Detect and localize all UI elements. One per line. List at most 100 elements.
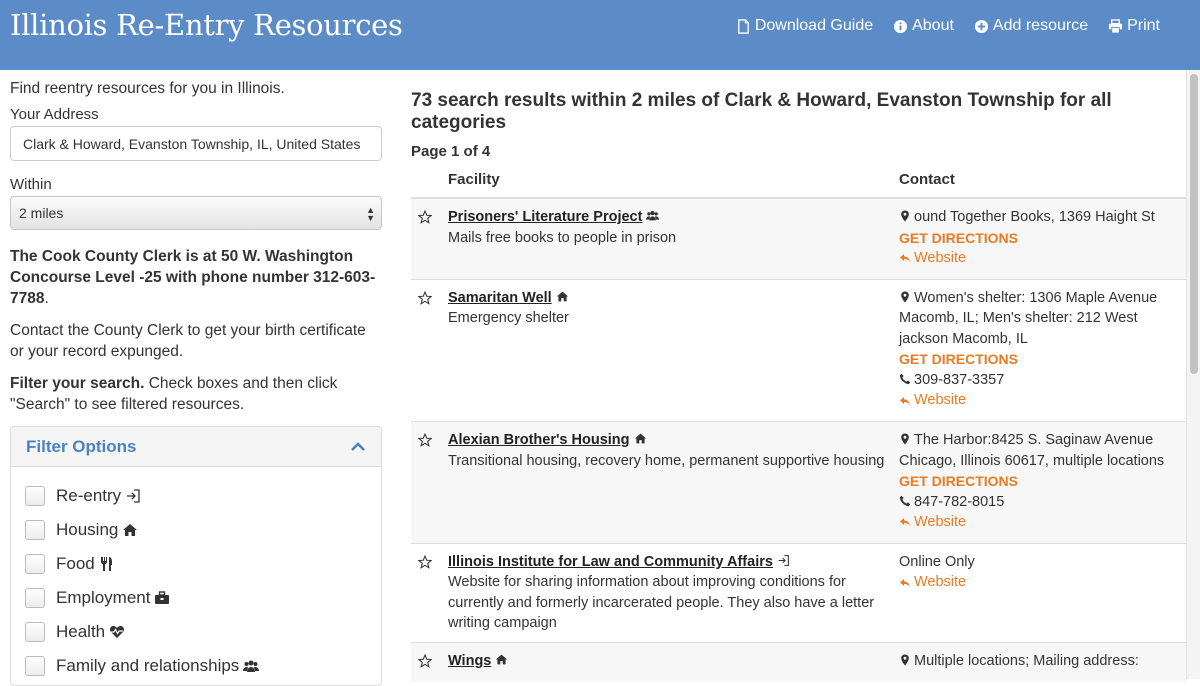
map-marker-icon xyxy=(901,291,909,303)
star-icon[interactable] xyxy=(417,209,433,224)
website-label: Website xyxy=(914,392,967,409)
table-row: Prisoners' Literature Project Mails free… xyxy=(411,197,1186,280)
facility-link[interactable]: Alexian Brother's Housing xyxy=(448,432,630,448)
facility-description: Transitional housing, recovery home, per… xyxy=(448,452,885,469)
health-checkbox[interactable] xyxy=(25,622,45,642)
phone-icon xyxy=(899,495,911,506)
facility-link[interactable]: Illinois Institute for Law and Community… xyxy=(448,554,773,570)
map-marker-icon xyxy=(901,654,909,666)
filter-employment[interactable]: Employment xyxy=(25,581,367,615)
filter-label: Health xyxy=(56,622,106,641)
heartbeat-icon xyxy=(110,626,125,638)
website-link[interactable]: Website xyxy=(899,572,966,593)
star-icon[interactable] xyxy=(417,653,433,668)
favorite-cell xyxy=(411,542,448,643)
search-sidebar: Find reentry resources for you in Illino… xyxy=(10,80,382,686)
facility-link[interactable]: Prisoners' Literature Project xyxy=(448,209,642,225)
sign-in-icon xyxy=(127,489,140,503)
favorite-cell xyxy=(411,421,448,544)
facility-cell: Illinois Institute for Law and Community… xyxy=(448,542,899,643)
star-icon[interactable] xyxy=(417,554,433,569)
contact-cell: Multiple locations; Mailing address: xyxy=(899,641,1186,683)
filter-panel-header[interactable]: Filter Options xyxy=(11,427,381,467)
get-directions-link[interactable]: GET DIRECTIONS xyxy=(899,228,1186,249)
phone-line: 847-782-8015 xyxy=(899,492,1186,513)
address-input[interactable] xyxy=(10,126,382,161)
employment-checkbox[interactable] xyxy=(25,588,45,608)
clerk-notice: The Cook County Clerk is at 50 W. Washin… xyxy=(10,246,382,309)
add-resource-label: Add resource xyxy=(992,17,1089,34)
reply-icon xyxy=(900,578,910,587)
print-link[interactable]: Print xyxy=(1108,17,1160,35)
table-row: Alexian Brother's Housing Transitional h… xyxy=(411,421,1186,544)
phone-icon xyxy=(899,373,911,384)
clerk-contact-text: Contact the County Clerk to get your bir… xyxy=(10,322,366,360)
page-scrollbar[interactable] xyxy=(1186,70,1200,679)
users-icon xyxy=(646,211,660,221)
sign-in-icon xyxy=(778,554,789,566)
reply-icon xyxy=(900,396,910,405)
info-icon xyxy=(894,19,908,33)
website-link[interactable]: Website xyxy=(899,248,966,269)
filter-instructions: Filter your search. Check boxes and then… xyxy=(10,373,382,415)
address-line: The Harbor:8425 S. Saginaw Avenue Chicag… xyxy=(899,430,1186,471)
home-icon xyxy=(123,524,138,536)
address-line: Women's shelter: 1306 Maple Avenue Macom… xyxy=(899,288,1186,350)
intro-text: Find reentry resources for you in Illino… xyxy=(10,80,285,97)
scrollbar-thumb[interactable] xyxy=(1190,74,1198,374)
contact-column-header: Contact xyxy=(899,167,1186,199)
facility-description: Website for sharing information about im… xyxy=(448,574,875,632)
address-text: Multiple locations; Mailing address: xyxy=(914,652,1139,669)
filter-list: Re-entry Housing Food Employment Health xyxy=(11,467,381,685)
filter-family[interactable]: Family and relationships xyxy=(25,649,367,683)
select-arrows-icon: ▲ ▼ xyxy=(366,205,375,223)
filter-health[interactable]: Health xyxy=(25,615,367,649)
chevron-up-icon[interactable] xyxy=(350,439,366,455)
file-icon xyxy=(737,18,749,34)
filter-housing[interactable]: Housing xyxy=(25,513,367,547)
print-label: Print xyxy=(1127,17,1160,34)
star-icon[interactable] xyxy=(417,432,433,447)
filter-panel: Filter Options Re-entry Housing Food Emp… xyxy=(10,426,382,686)
filter-label: Re-entry xyxy=(56,486,122,505)
housing-checkbox[interactable] xyxy=(25,520,45,540)
results-table: Facility Contact Prisoners' Literature P… xyxy=(411,167,1186,683)
get-directions-link[interactable]: GET DIRECTIONS xyxy=(899,349,1186,370)
table-row: Samaritan Well Emergency shelter Women's… xyxy=(411,278,1186,422)
get-directions-link[interactable]: GET DIRECTIONS xyxy=(899,471,1186,492)
reentry-checkbox[interactable] xyxy=(25,486,45,506)
reply-icon xyxy=(900,254,910,263)
utensils-icon xyxy=(100,557,112,571)
filter-label: Family and relationships xyxy=(56,656,240,675)
within-select[interactable]: 2 miles ▲ ▼ xyxy=(10,196,382,230)
address-line: ound Together Books, 1369 Haight St xyxy=(899,207,1186,228)
address-line: Multiple locations; Mailing address: xyxy=(899,651,1186,672)
home-icon xyxy=(496,654,508,665)
filter-food[interactable]: Food xyxy=(25,547,367,581)
facility-link[interactable]: Wings xyxy=(448,653,491,669)
filter-reentry[interactable]: Re-entry xyxy=(25,479,367,513)
map-marker-icon xyxy=(901,433,909,445)
address-label: Your Address xyxy=(10,106,99,123)
food-checkbox[interactable] xyxy=(25,554,45,574)
website-link[interactable]: Website xyxy=(899,512,966,533)
map-marker-icon xyxy=(901,210,909,222)
clerk-notice-text: The Cook County Clerk is at 50 W. Washin… xyxy=(10,248,376,307)
site-title[interactable]: Illinois Re-Entry Resources xyxy=(10,8,403,42)
add-resource-link[interactable]: Add resource xyxy=(974,17,1088,35)
about-link[interactable]: About xyxy=(893,17,954,35)
top-navbar: Illinois Re-Entry Resources Download Gui… xyxy=(0,0,1200,70)
results-panel: 73 search results within 2 miles of Clar… xyxy=(411,90,1186,683)
clerk-notice-period: . xyxy=(44,290,49,307)
family-checkbox[interactable] xyxy=(25,656,45,676)
download-guide-link[interactable]: Download Guide xyxy=(736,17,873,35)
star-icon[interactable] xyxy=(417,290,433,305)
facility-link[interactable]: Samaritan Well xyxy=(448,290,552,306)
phone-number[interactable]: 847-782-8015 xyxy=(914,494,1004,510)
contact-cell: Online Only Website xyxy=(899,542,1186,643)
phone-number[interactable]: 309-837-3357 xyxy=(914,372,1004,388)
facility-cell: Samaritan Well Emergency shelter xyxy=(448,278,899,422)
website-link[interactable]: Website xyxy=(899,390,966,411)
contact-cell: The Harbor:8425 S. Saginaw Avenue Chicag… xyxy=(899,421,1186,544)
facility-description: Mails free books to people in prison xyxy=(448,229,677,246)
